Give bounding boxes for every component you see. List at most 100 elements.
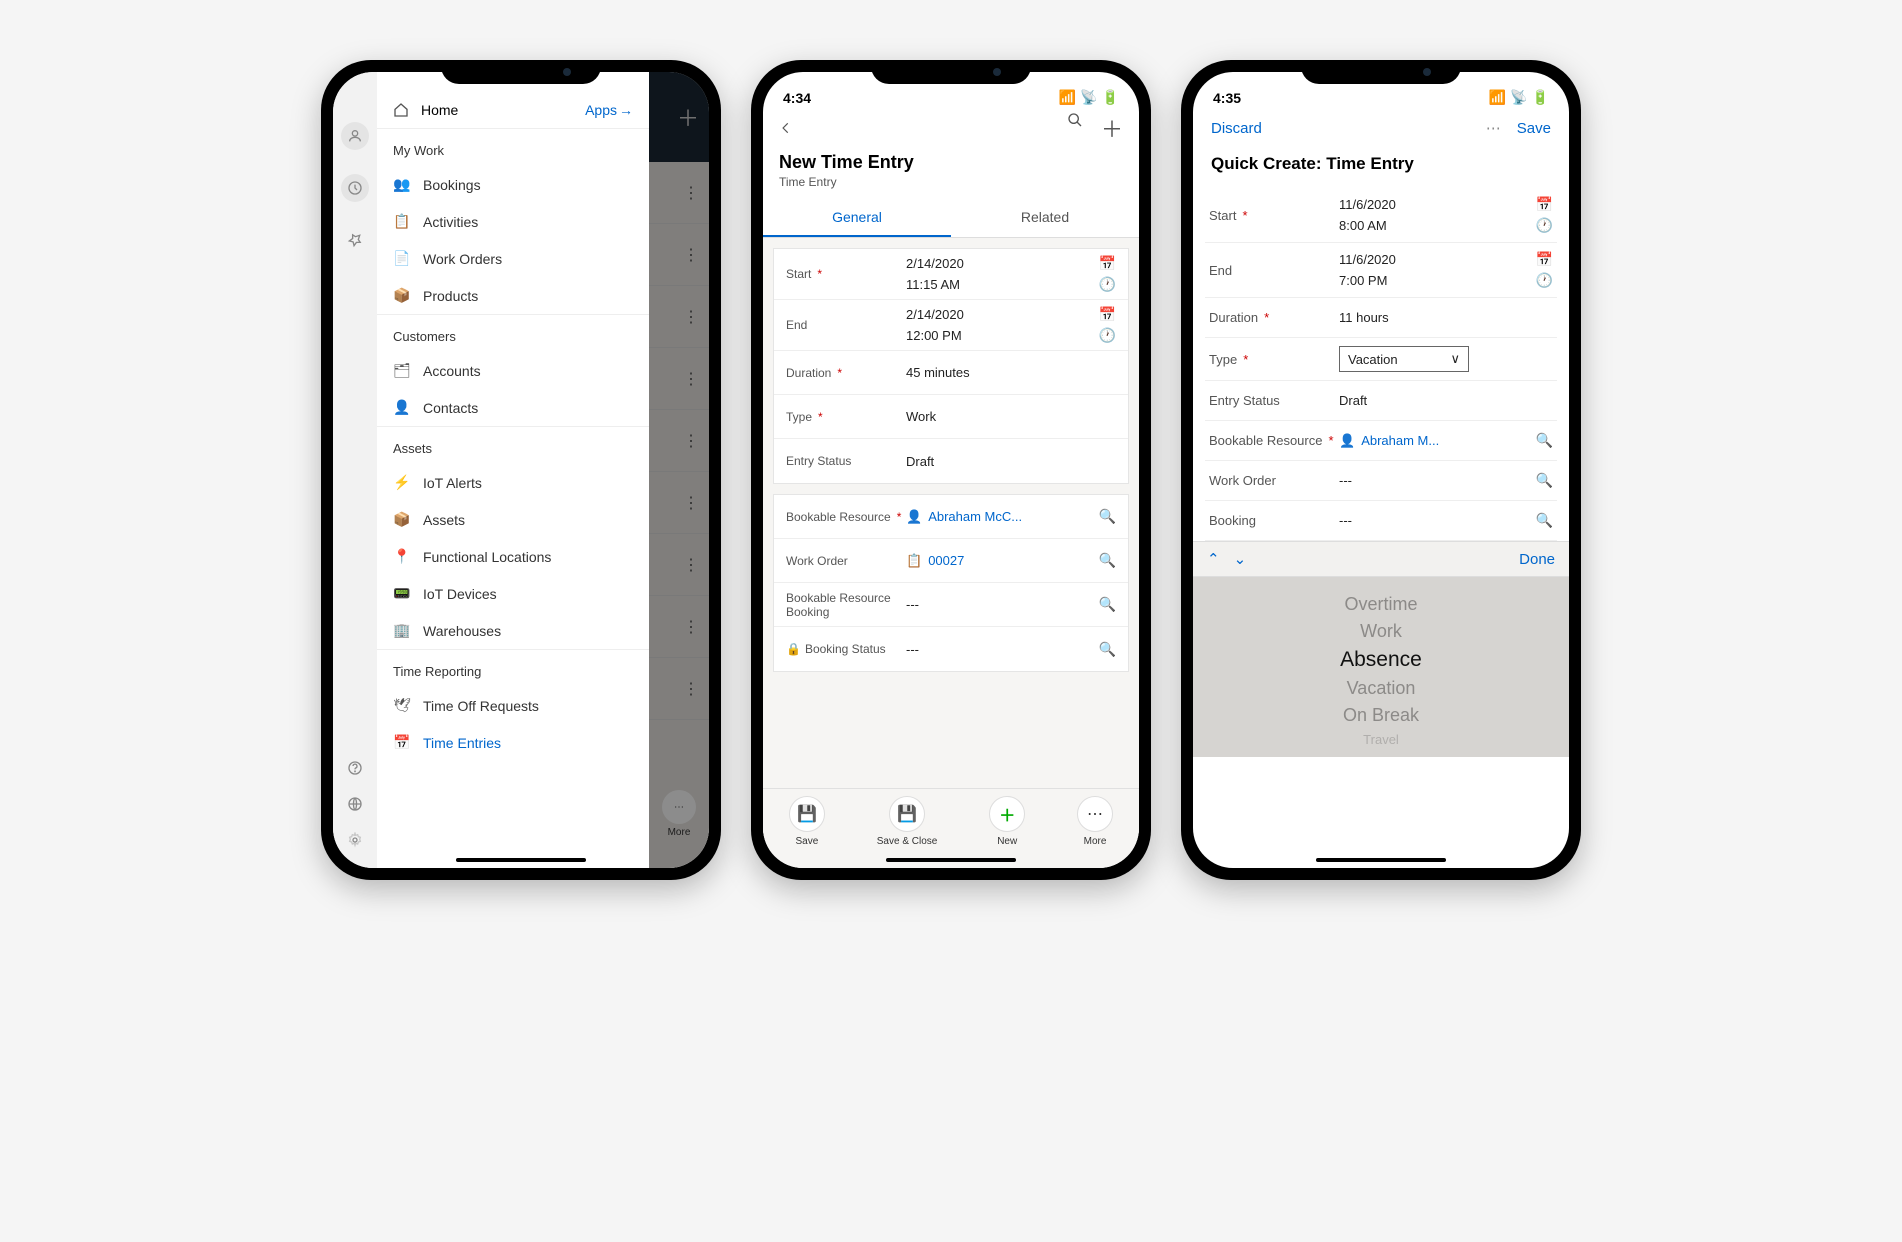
phone-quick-create: 4:35 📶 📡 🔋 Discard ⋯ Save Quick Create: … [1181, 60, 1581, 880]
more-button[interactable]: ⋯More [1077, 796, 1113, 847]
tab-related[interactable]: Related [951, 199, 1139, 237]
search-icon[interactable] [1067, 112, 1083, 144]
value-end-time[interactable]: 7:00 PM [1339, 273, 1387, 288]
home-label[interactable]: Home [421, 102, 458, 118]
home-bar[interactable] [456, 858, 586, 862]
settings-icon[interactable] [347, 832, 363, 848]
label-booking: Booking [1209, 513, 1256, 528]
battery-icon: 🔋 [1102, 89, 1119, 106]
apps-link-label: Apps [585, 102, 617, 118]
value-end-date[interactable]: 2/14/2020 [906, 307, 964, 322]
value-start-time[interactable]: 11:15 AM [906, 277, 960, 292]
new-button[interactable]: ＋New [989, 796, 1025, 847]
workorder-icon: 📋 [906, 553, 922, 569]
signal-icon: 📶 [1489, 89, 1506, 106]
help-icon[interactable] [347, 760, 363, 776]
calendar-icon[interactable]: 📅 [1536, 196, 1553, 213]
lock-icon: 🔒 [786, 642, 801, 656]
search-icon[interactable]: 🔍 [1099, 552, 1116, 569]
search-icon[interactable]: 🔍 [1536, 472, 1553, 489]
discard-button[interactable]: Discard [1211, 120, 1262, 137]
type-picker[interactable]: Overtime Work Absence Vacation On Break … [1193, 577, 1569, 757]
value-entrystatus[interactable]: Draft [1339, 393, 1553, 408]
label-workorder: Work Order [1209, 473, 1276, 488]
type-select[interactable]: Vacation ∨ [1339, 346, 1469, 372]
value-start-date[interactable]: 2/14/2020 [906, 256, 964, 271]
picker-option[interactable]: Overtime [1344, 591, 1417, 618]
nav-iotalerts[interactable]: ⚡IoT Alerts [377, 464, 649, 501]
nav-activities[interactable]: 📋Activities [377, 203, 649, 240]
nav-timeentries[interactable]: 📅Time Entries [377, 724, 649, 761]
profile-icon[interactable] [341, 122, 369, 150]
apps-link[interactable]: Apps → [585, 102, 633, 118]
picker-option-selected[interactable]: Absence [1340, 645, 1422, 675]
picker-down-icon[interactable]: ⌄ [1234, 550, 1247, 568]
picker-option[interactable]: On Break [1343, 702, 1419, 729]
notch [441, 60, 601, 84]
phone-nav-menu: Home Apps → My Work 👥Bookings 📋Activitie… [321, 60, 721, 880]
search-icon[interactable]: 🔍 [1099, 596, 1116, 613]
warehouses-icon: 🏢 [393, 622, 411, 639]
search-icon[interactable]: 🔍 [1536, 512, 1553, 529]
value-entrystatus[interactable]: Draft [906, 454, 1116, 469]
search-icon[interactable]: 🔍 [1099, 508, 1116, 525]
clock-icon[interactable]: 🕐 [1536, 217, 1553, 234]
nav-item-label: Accounts [423, 363, 481, 379]
picker-option[interactable]: Travel [1363, 729, 1399, 750]
calendar-icon[interactable]: 📅 [1536, 251, 1553, 268]
recent-icon[interactable] [341, 174, 369, 202]
value-end-date[interactable]: 11/6/2020 [1339, 252, 1396, 267]
nav-item-label: Functional Locations [423, 549, 551, 565]
nav-iotdevices[interactable]: 📟IoT Devices [377, 575, 649, 612]
nav-products[interactable]: 📦Products [377, 277, 649, 314]
nav-accounts[interactable]: 🗂Accounts [377, 352, 649, 389]
picker-option[interactable]: Work [1360, 618, 1402, 645]
value-end-time[interactable]: 12:00 PM [906, 328, 962, 343]
value-bookable[interactable]: 👤Abraham McC... [906, 509, 1022, 525]
value-workorder[interactable]: --- [1339, 473, 1352, 488]
back-button[interactable] [779, 119, 793, 137]
calendar-icon[interactable]: 📅 [1099, 255, 1116, 272]
nav-bookings[interactable]: 👥Bookings [377, 166, 649, 203]
value-booking[interactable]: --- [1339, 513, 1352, 528]
nav-workorders[interactable]: 📄Work Orders [377, 240, 649, 277]
value-duration[interactable]: 11 hours [1339, 310, 1553, 325]
signal-icon: 📶 [1059, 89, 1076, 106]
value-start-date[interactable]: 11/6/2020 [1339, 197, 1396, 212]
value-duration[interactable]: 45 minutes [906, 365, 1116, 380]
value-workorder[interactable]: 📋00027 [906, 553, 964, 569]
clock-icon[interactable]: 🕐 [1099, 327, 1116, 344]
nav-locations[interactable]: 📍Functional Locations [377, 538, 649, 575]
value-bookable[interactable]: 👤Abraham M... [1339, 433, 1439, 449]
nav-item-label: Warehouses [423, 623, 501, 639]
search-icon[interactable]: 🔍 [1099, 641, 1116, 658]
nav-assets[interactable]: 📦Assets [377, 501, 649, 538]
globe-icon[interactable] [347, 796, 363, 812]
nav-timeoff[interactable]: 🕊Time Off Requests [377, 687, 649, 724]
pin-icon[interactable] [341, 226, 369, 254]
nav-item-label: Products [423, 288, 478, 304]
value-type[interactable]: Work [906, 409, 1116, 424]
nav-contacts[interactable]: 👤Contacts [377, 389, 649, 426]
save-button[interactable]: Save [1517, 120, 1551, 137]
saveclose-button[interactable]: 💾Save & Close [877, 796, 938, 847]
tab-general[interactable]: General [763, 199, 951, 237]
clock-icon[interactable]: 🕐 [1536, 272, 1553, 289]
label-start: Start [786, 267, 811, 281]
home-bar[interactable] [886, 858, 1016, 862]
search-icon[interactable]: 🔍 [1536, 432, 1553, 449]
add-icon[interactable]: ＋ [1101, 112, 1123, 144]
more-icon[interactable]: ⋯ [1486, 119, 1501, 137]
clock-icon[interactable]: 🕐 [1099, 276, 1116, 293]
picker-done-button[interactable]: Done [1519, 551, 1555, 568]
nav-warehouses[interactable]: 🏢 Warehouses [377, 612, 649, 649]
timeentries-icon: 📅 [393, 734, 411, 751]
calendar-icon[interactable]: 📅 [1099, 306, 1116, 323]
picker-up-icon[interactable]: ⌃ [1207, 550, 1220, 568]
value-start-time[interactable]: 8:00 AM [1339, 218, 1387, 233]
label-entrystatus: Entry Status [786, 454, 851, 468]
home-bar[interactable] [1316, 858, 1446, 862]
save-button[interactable]: 💾Save [789, 796, 825, 847]
picker-option[interactable]: Vacation [1347, 675, 1416, 702]
value-brb[interactable]: --- [906, 597, 919, 612]
